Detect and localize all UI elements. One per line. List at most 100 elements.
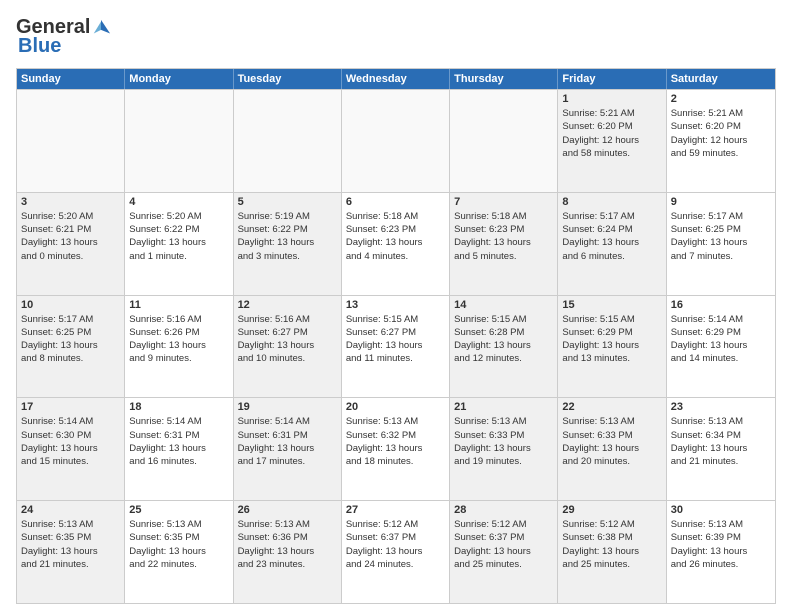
day-number: 19 bbox=[238, 401, 337, 413]
calendar-cell: 19 Sunrise: 5:14 AM Sunset: 6:31 PM Dayli… bbox=[234, 398, 342, 500]
calendar-cell: 30 Sunrise: 5:13 AM Sunset: 6:39 PM Dayli… bbox=[667, 501, 775, 603]
day-info: Sunrise: 5:16 AM Sunset: 6:27 PM Dayligh… bbox=[238, 313, 337, 366]
header: General Blue bbox=[16, 16, 776, 58]
day-number: 18 bbox=[129, 401, 228, 413]
day-number: 23 bbox=[671, 401, 771, 413]
day-info: Sunrise: 5:21 AM Sunset: 6:20 PM Dayligh… bbox=[671, 107, 771, 160]
day-number: 27 bbox=[346, 504, 445, 516]
day-info: Sunrise: 5:16 AM Sunset: 6:26 PM Dayligh… bbox=[129, 313, 228, 366]
calendar-cell bbox=[450, 90, 558, 192]
calendar: SundayMondayTuesdayWednesdayThursdayFrid… bbox=[16, 68, 776, 604]
day-number: 30 bbox=[671, 504, 771, 516]
calendar-cell bbox=[17, 90, 125, 192]
day-number: 2 bbox=[671, 93, 771, 105]
calendar-cell: 11 Sunrise: 5:16 AM Sunset: 6:26 PM Dayli… bbox=[125, 296, 233, 398]
calendar-cell: 1Sunrise: 5:21 AM Sunset: 6:20 PM Daylig… bbox=[558, 90, 666, 192]
calendar-week-1: 3 Sunrise: 5:20 AM Sunset: 6:21 PM Daylig… bbox=[17, 192, 775, 295]
day-info: Sunrise: 5:13 AM Sunset: 6:33 PM Dayligh… bbox=[562, 415, 661, 468]
day-number: 25 bbox=[129, 504, 228, 516]
header-day-saturday: Saturday bbox=[667, 69, 775, 89]
day-info: Sunrise: 5:15 AM Sunset: 6:29 PM Dayligh… bbox=[562, 313, 661, 366]
calendar-cell: 22Sunrise: 5:13 AM Sunset: 6:33 PM Dayli… bbox=[558, 398, 666, 500]
logo-icon bbox=[91, 18, 111, 38]
day-info: Sunrise: 5:14 AM Sunset: 6:30 PM Dayligh… bbox=[21, 415, 120, 468]
calendar-cell: 12 Sunrise: 5:16 AM Sunset: 6:27 PM Dayli… bbox=[234, 296, 342, 398]
day-info: Sunrise: 5:17 AM Sunset: 6:24 PM Dayligh… bbox=[562, 210, 661, 263]
day-number: 11 bbox=[129, 299, 228, 311]
calendar-cell: 4 Sunrise: 5:20 AM Sunset: 6:22 PM Daylig… bbox=[125, 193, 233, 295]
calendar-week-0: 1Sunrise: 5:21 AM Sunset: 6:20 PM Daylig… bbox=[17, 89, 775, 192]
day-info: Sunrise: 5:12 AM Sunset: 6:38 PM Dayligh… bbox=[562, 518, 661, 571]
day-info: Sunrise: 5:14 AM Sunset: 6:31 PM Dayligh… bbox=[238, 415, 337, 468]
header-day-friday: Friday bbox=[558, 69, 666, 89]
logo: General Blue bbox=[16, 16, 112, 58]
day-info: Sunrise: 5:13 AM Sunset: 6:39 PM Dayligh… bbox=[671, 518, 771, 571]
day-info: Sunrise: 5:14 AM Sunset: 6:29 PM Dayligh… bbox=[671, 313, 771, 366]
day-number: 7 bbox=[454, 196, 553, 208]
day-number: 3 bbox=[21, 196, 120, 208]
calendar-cell: 6 Sunrise: 5:18 AM Sunset: 6:23 PM Daylig… bbox=[342, 193, 450, 295]
page: General Blue SundayMondayTuesdayWednesda… bbox=[0, 0, 792, 612]
calendar-cell: 16 Sunrise: 5:14 AM Sunset: 6:29 PM Dayli… bbox=[667, 296, 775, 398]
day-info: Sunrise: 5:20 AM Sunset: 6:22 PM Dayligh… bbox=[129, 210, 228, 263]
day-number: 12 bbox=[238, 299, 337, 311]
header-day-monday: Monday bbox=[125, 69, 233, 89]
calendar-cell: 29 Sunrise: 5:12 AM Sunset: 6:38 PM Dayli… bbox=[558, 501, 666, 603]
day-number: 10 bbox=[21, 299, 120, 311]
calendar-cell: 26 Sunrise: 5:13 AM Sunset: 6:36 PM Dayli… bbox=[234, 501, 342, 603]
day-info: Sunrise: 5:18 AM Sunset: 6:23 PM Dayligh… bbox=[454, 210, 553, 263]
day-number: 28 bbox=[454, 504, 553, 516]
calendar-cell: 9 Sunrise: 5:17 AM Sunset: 6:25 PM Daylig… bbox=[667, 193, 775, 295]
calendar-cell: 14 Sunrise: 5:15 AM Sunset: 6:28 PM Dayli… bbox=[450, 296, 558, 398]
day-info: Sunrise: 5:13 AM Sunset: 6:35 PM Dayligh… bbox=[21, 518, 120, 571]
day-info: Sunrise: 5:13 AM Sunset: 6:33 PM Dayligh… bbox=[454, 415, 553, 468]
calendar-cell bbox=[342, 90, 450, 192]
calendar-week-2: 10 Sunrise: 5:17 AM Sunset: 6:25 PM Dayli… bbox=[17, 295, 775, 398]
day-info: Sunrise: 5:12 AM Sunset: 6:37 PM Dayligh… bbox=[346, 518, 445, 571]
calendar-cell: 15 Sunrise: 5:15 AM Sunset: 6:29 PM Dayli… bbox=[558, 296, 666, 398]
calendar-cell: 3 Sunrise: 5:20 AM Sunset: 6:21 PM Daylig… bbox=[17, 193, 125, 295]
day-number: 15 bbox=[562, 299, 661, 311]
day-info: Sunrise: 5:21 AM Sunset: 6:20 PM Dayligh… bbox=[562, 107, 661, 160]
header-day-wednesday: Wednesday bbox=[342, 69, 450, 89]
calendar-week-4: 24 Sunrise: 5:13 AM Sunset: 6:35 PM Dayli… bbox=[17, 500, 775, 603]
calendar-cell: 20Sunrise: 5:13 AM Sunset: 6:32 PM Dayli… bbox=[342, 398, 450, 500]
header-day-thursday: Thursday bbox=[450, 69, 558, 89]
day-info: Sunrise: 5:14 AM Sunset: 6:31 PM Dayligh… bbox=[129, 415, 228, 468]
day-number: 21 bbox=[454, 401, 553, 413]
day-info: Sunrise: 5:12 AM Sunset: 6:37 PM Dayligh… bbox=[454, 518, 553, 571]
day-number: 14 bbox=[454, 299, 553, 311]
calendar-cell: 27 Sunrise: 5:12 AM Sunset: 6:37 PM Dayli… bbox=[342, 501, 450, 603]
calendar-cell: 13Sunrise: 5:15 AM Sunset: 6:27 PM Dayli… bbox=[342, 296, 450, 398]
day-info: Sunrise: 5:17 AM Sunset: 6:25 PM Dayligh… bbox=[671, 210, 771, 263]
day-info: Sunrise: 5:13 AM Sunset: 6:34 PM Dayligh… bbox=[671, 415, 771, 468]
day-info: Sunrise: 5:15 AM Sunset: 6:27 PM Dayligh… bbox=[346, 313, 445, 366]
day-info: Sunrise: 5:18 AM Sunset: 6:23 PM Dayligh… bbox=[346, 210, 445, 263]
calendar-cell: 25Sunrise: 5:13 AM Sunset: 6:35 PM Dayli… bbox=[125, 501, 233, 603]
day-number: 9 bbox=[671, 196, 771, 208]
header-day-tuesday: Tuesday bbox=[234, 69, 342, 89]
day-number: 29 bbox=[562, 504, 661, 516]
day-info: Sunrise: 5:15 AM Sunset: 6:28 PM Dayligh… bbox=[454, 313, 553, 366]
calendar-cell: 8Sunrise: 5:17 AM Sunset: 6:24 PM Daylig… bbox=[558, 193, 666, 295]
day-info: Sunrise: 5:13 AM Sunset: 6:36 PM Dayligh… bbox=[238, 518, 337, 571]
day-number: 24 bbox=[21, 504, 120, 516]
calendar-cell: 17 Sunrise: 5:14 AM Sunset: 6:30 PM Dayli… bbox=[17, 398, 125, 500]
calendar-cell: 28 Sunrise: 5:12 AM Sunset: 6:37 PM Dayli… bbox=[450, 501, 558, 603]
calendar-cell: 2 Sunrise: 5:21 AM Sunset: 6:20 PM Daylig… bbox=[667, 90, 775, 192]
day-number: 16 bbox=[671, 299, 771, 311]
day-number: 5 bbox=[238, 196, 337, 208]
day-info: Sunrise: 5:20 AM Sunset: 6:21 PM Dayligh… bbox=[21, 210, 120, 263]
header-day-sunday: Sunday bbox=[17, 69, 125, 89]
day-number: 20 bbox=[346, 401, 445, 413]
day-number: 6 bbox=[346, 196, 445, 208]
day-info: Sunrise: 5:17 AM Sunset: 6:25 PM Dayligh… bbox=[21, 313, 120, 366]
logo-blue-text: Blue bbox=[18, 35, 61, 58]
day-number: 17 bbox=[21, 401, 120, 413]
calendar-cell: 18 Sunrise: 5:14 AM Sunset: 6:31 PM Dayli… bbox=[125, 398, 233, 500]
day-number: 26 bbox=[238, 504, 337, 516]
calendar-cell: 5Sunrise: 5:19 AM Sunset: 6:22 PM Daylig… bbox=[234, 193, 342, 295]
calendar-week-3: 17 Sunrise: 5:14 AM Sunset: 6:30 PM Dayli… bbox=[17, 397, 775, 500]
day-number: 4 bbox=[129, 196, 228, 208]
calendar-cell: 7 Sunrise: 5:18 AM Sunset: 6:23 PM Daylig… bbox=[450, 193, 558, 295]
